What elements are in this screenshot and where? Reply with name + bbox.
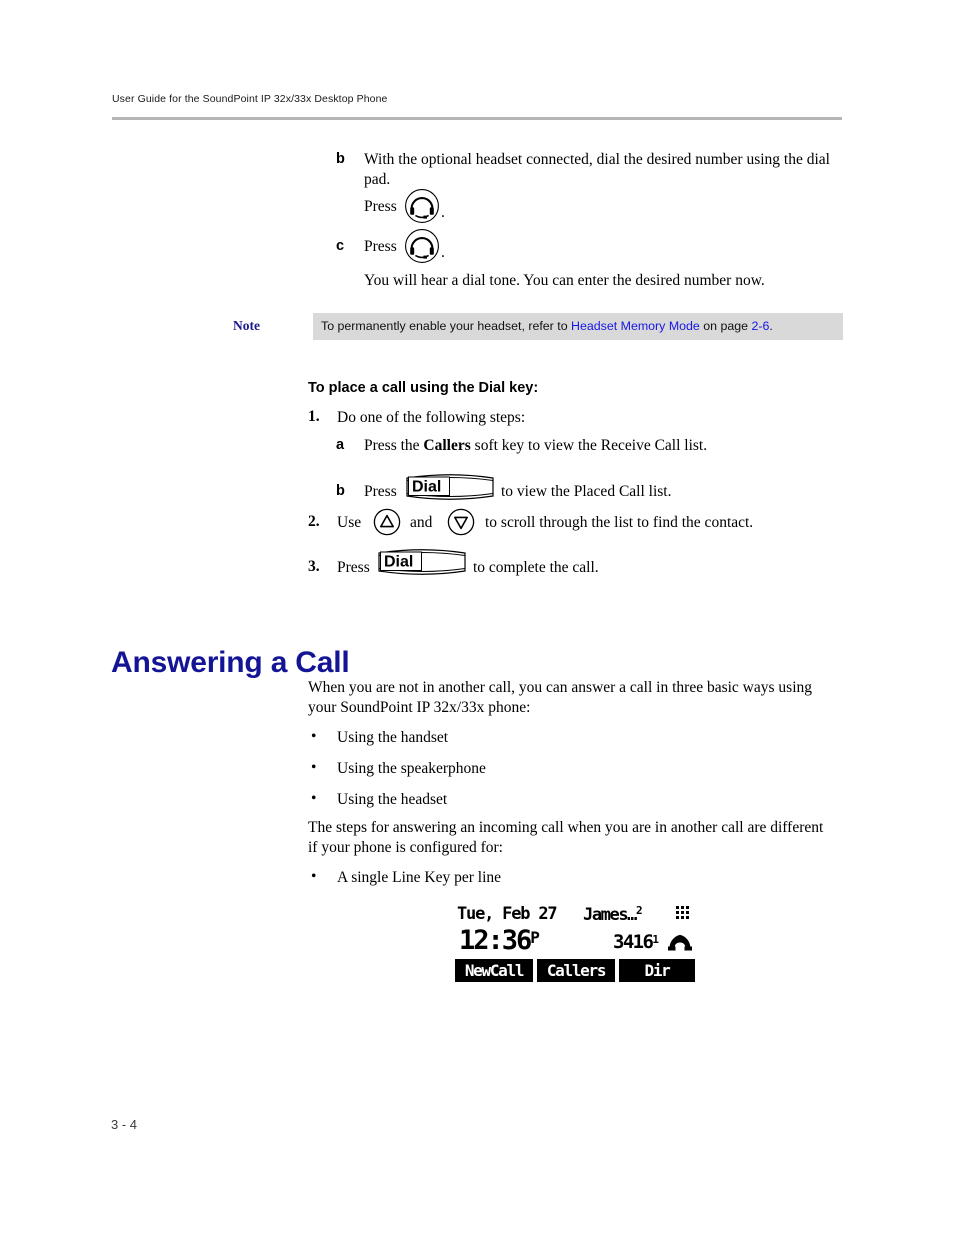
bullet-item-handset: Using the handset — [337, 729, 449, 746]
step-3-after: to complete the call. — [473, 559, 599, 576]
lcd-date-text: Tue, Feb 27 — [457, 904, 558, 924]
section-intro-paragraph: When you are not in another call, you ca… — [308, 679, 812, 716]
note-label: Note — [233, 318, 260, 333]
procedure-title: To place a call using the Dial key: — [308, 380, 539, 396]
softkey-newcall[interactable]: NewCall — [455, 959, 533, 982]
scroll-up-key-icon[interactable] — [373, 508, 401, 536]
step-1b-marker: b — [336, 483, 345, 499]
lcd-extension-number: 34161 — [613, 931, 659, 953]
headset-key-icon-2[interactable] — [403, 227, 441, 265]
step-3-number: 3. — [308, 558, 320, 575]
dial-key-button[interactable]: Dial — [404, 471, 496, 503]
lcd-middle-row: 12:36P 34161 — [455, 925, 695, 956]
headset-key-icon[interactable] — [403, 187, 441, 225]
step-c-marker: c — [336, 238, 345, 254]
step-1a-marker: a — [336, 437, 345, 453]
step-b-press-label: Press — [364, 198, 397, 215]
step-b-text: With the optional headset connected, dia… — [364, 151, 830, 188]
step-b-marker: b — [336, 151, 345, 167]
note-box-text: To permanently enable your headset, refe… — [321, 319, 773, 333]
note-link-page[interactable]: 2-6 — [752, 319, 770, 333]
document-page: User Guide for the SoundPoint IP 32x/33x… — [0, 0, 954, 1235]
lcd-time-value: 12:36 — [459, 925, 532, 956]
lcd-extension-superscript: 1 — [652, 933, 659, 946]
bullet-marker: • — [311, 868, 317, 885]
softkey-callers[interactable]: Callers — [537, 959, 615, 982]
lcd-caller-name-text: James… — [583, 905, 637, 925]
page-number-footer: 3 - 4 — [111, 1117, 138, 1132]
step-1a-after: soft key to view the Receive Call list. — [470, 437, 708, 454]
dial-key-button-2[interactable]: Dial — [376, 546, 468, 578]
step-1-number: 1. — [308, 408, 320, 425]
note-text-before: To permanently enable your headset, refe… — [321, 319, 572, 333]
bullet-item-single-line-key: A single Line Key per line — [337, 869, 501, 886]
bullet-item-speakerphone: Using the speakerphone — [337, 760, 486, 777]
note-text-middle: on page — [699, 319, 752, 333]
lcd-extension-value: 3416 — [613, 931, 654, 953]
step-3-before: Press — [337, 559, 370, 576]
lcd-top-row: Tue, Feb 27 James…2 — [455, 903, 695, 927]
page-title: Answering a Call — [111, 646, 350, 680]
step-2-middle: and — [410, 514, 433, 531]
step-1a-text: Press the Callers soft key to view the R… — [364, 436, 844, 456]
step-2-before: Use — [337, 514, 362, 531]
lcd-time-text: 12:36P — [459, 925, 540, 956]
step-c-press-period: . — [441, 244, 445, 261]
telephone-handset-icon — [668, 933, 692, 951]
note-box: To permanently enable your headset, refe… — [313, 313, 843, 340]
step-1-text: Do one of the following steps: — [337, 409, 526, 426]
keypad-grid-icon — [676, 906, 691, 922]
running-header: User Guide for the SoundPoint IP 32x/33x… — [112, 93, 388, 105]
header-rule — [112, 117, 842, 120]
section-second-paragraph: The steps for answering an incoming call… — [308, 819, 824, 856]
bullet-marker: • — [311, 759, 317, 776]
dial-key-label: Dial — [412, 479, 441, 496]
dial-key-label-2: Dial — [384, 554, 413, 571]
softkey-dir[interactable]: Dir — [619, 959, 695, 982]
lcd-caller-name: James…2 — [583, 904, 643, 925]
lcd-caller-line-superscript: 2 — [636, 904, 643, 917]
note-link-headset-memory-mode[interactable]: Headset Memory Mode — [571, 319, 700, 333]
bullet-item-headset: Using the headset — [337, 791, 448, 808]
step-1b-before: Press — [364, 483, 397, 500]
note-text-after: . — [769, 319, 773, 333]
lcd-time-ampm: P — [530, 928, 540, 947]
lcd-softkey-bar: NewCall Callers Dir — [455, 959, 695, 983]
phone-lcd-display: Tue, Feb 27 James…2 12:36P 34161 NewCall… — [455, 903, 695, 987]
bullet-marker: • — [311, 790, 317, 807]
step-b-press-period: . — [441, 204, 445, 221]
scroll-down-key-icon[interactable] — [447, 508, 475, 536]
step-2-after: to scroll through the list to find the c… — [485, 514, 754, 531]
step-1a-before: Press the — [364, 437, 424, 454]
step-c-result-text: You will hear a dial tone. You can enter… — [364, 272, 765, 289]
step-1a-bold-callers: Callers — [423, 437, 471, 454]
step-2-number: 2. — [308, 513, 320, 530]
step-c-press-label: Press — [364, 238, 397, 255]
bullet-marker: • — [311, 728, 317, 745]
step-1b-after: to view the Placed Call list. — [501, 483, 672, 500]
